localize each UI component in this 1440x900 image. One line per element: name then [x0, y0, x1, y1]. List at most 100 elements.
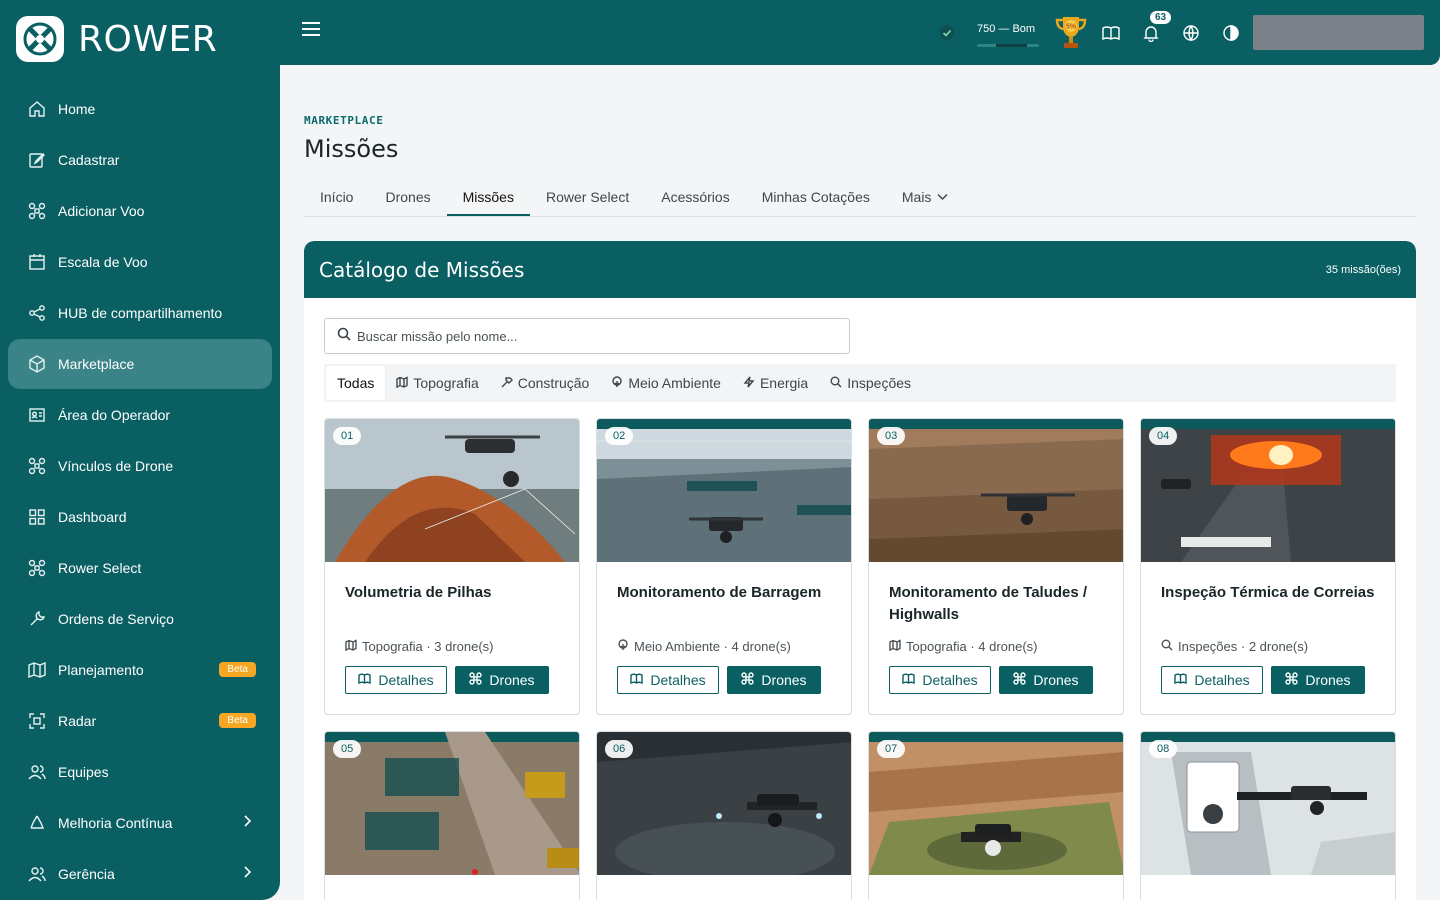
- sidebar-item-gerencia[interactable]: Gerência: [8, 849, 272, 899]
- brand-name: ROWER: [78, 18, 218, 60]
- category-filters: Todas Topografia Construção Meio Ambient…: [324, 364, 1396, 402]
- drone-icon: [28, 202, 46, 220]
- sidebar-item-radar[interactable]: Radar Beta: [8, 696, 272, 746]
- mission-card[interactable]: 07: [868, 731, 1124, 900]
- sidebar-item-marketplace[interactable]: Marketplace: [8, 339, 272, 389]
- filter-meio-ambiente[interactable]: Meio Ambiente: [600, 366, 732, 400]
- mission-image: 06: [597, 732, 851, 875]
- drone-icon: [741, 672, 761, 688]
- tree-icon: [617, 638, 634, 654]
- sidebar-item-melhoria-continua[interactable]: Melhoria Contínua: [8, 798, 272, 848]
- details-button[interactable]: Detalhes: [889, 666, 991, 694]
- sidebar-item-adicionar-voo[interactable]: Adicionar Voo: [8, 186, 272, 236]
- filter-topografia[interactable]: Topografia: [385, 366, 489, 400]
- box-icon: [28, 355, 46, 373]
- user-profile-box[interactable]: [1253, 15, 1424, 50]
- sidebar-item-label: Home: [58, 101, 96, 117]
- filter-label: Todas: [337, 375, 375, 391]
- sidebar-item-label: Vínculos de Drone: [58, 458, 174, 474]
- sidebar-item-hub[interactable]: HUB de compartilhamento: [8, 288, 272, 338]
- sidebar-item-label: Área do Operador: [58, 407, 171, 423]
- mission-number: 03: [877, 427, 906, 445]
- filter-inspecoes[interactable]: Inspeções: [819, 366, 922, 400]
- book-icon[interactable]: [1102, 24, 1120, 42]
- drone-icon: [469, 672, 489, 688]
- search-input[interactable]: [357, 328, 817, 344]
- recycle-icon: [28, 814, 46, 832]
- drone-icon: [28, 457, 46, 475]
- drones-button[interactable]: Drones: [999, 666, 1093, 694]
- beta-badge: Beta: [219, 713, 256, 728]
- trophy-icon[interactable]: 5%: [1051, 13, 1091, 53]
- brand[interactable]: ROWER: [0, 0, 280, 78]
- map-icon: [889, 638, 906, 654]
- sidebar-item-home[interactable]: Home: [8, 84, 272, 134]
- mission-meta-text: Topografia · 4 drone(s): [906, 638, 1038, 654]
- mission-number: 06: [605, 740, 634, 758]
- drones-button[interactable]: Drones: [455, 666, 549, 694]
- filter-label: Construção: [517, 375, 590, 391]
- mission-number: 02: [605, 427, 634, 445]
- breadcrumb: MARKETPLACE: [304, 114, 384, 127]
- tab-minhas-cotacoes[interactable]: Minhas Cotações: [746, 179, 886, 216]
- mission-image: 01: [325, 419, 579, 562]
- tab-inicio[interactable]: Início: [304, 179, 369, 216]
- tab-mais[interactable]: Mais: [886, 179, 965, 216]
- details-button[interactable]: Detalhes: [1161, 666, 1263, 694]
- scan-icon: [28, 712, 46, 730]
- search-box[interactable]: [324, 318, 850, 354]
- mission-number: 01: [333, 427, 362, 445]
- lightning-icon: [743, 375, 760, 391]
- tab-drones[interactable]: Drones: [369, 179, 446, 216]
- hamburger-menu-icon[interactable]: [302, 22, 320, 42]
- home-icon: [28, 100, 46, 118]
- tab-missoes[interactable]: Missões: [446, 179, 530, 216]
- catalog-header: Catálogo de Missões 35 missão(ões): [304, 241, 1416, 298]
- sidebar-item-area-do-operador[interactable]: Área do Operador: [8, 390, 272, 440]
- tab-mais-label: Mais: [901, 189, 932, 205]
- edit-icon: [28, 151, 46, 169]
- mission-card[interactable]: 08: [1140, 731, 1396, 900]
- drone-icon: [1285, 672, 1305, 688]
- sidebar-item-vinculos-de-drone[interactable]: Vínculos de Drone: [8, 441, 272, 491]
- mission-meta-text: Topografia · 3 drone(s): [362, 638, 494, 654]
- bell-icon[interactable]: [1142, 24, 1160, 43]
- sidebar-item-dashboard[interactable]: Dashboard: [8, 492, 272, 542]
- tab-rower-select[interactable]: Rower Select: [530, 179, 645, 216]
- filter-construcao[interactable]: Construção: [490, 366, 601, 400]
- drones-label: Drones: [1305, 672, 1351, 688]
- mission-card[interactable]: 04 Inspeção Térmica de Correias Inspeçõe…: [1140, 418, 1396, 715]
- mission-card[interactable]: 06: [596, 731, 852, 900]
- mission-image: 03: [869, 419, 1123, 562]
- sidebar-item-escala-de-voo[interactable]: Escala de Voo: [8, 237, 272, 287]
- wrench-icon: [28, 610, 46, 628]
- filter-todas[interactable]: Todas: [326, 366, 386, 400]
- mission-image: 07: [869, 732, 1123, 875]
- mission-card[interactable]: 02 Monitoramento de Barragem Meio Ambien…: [596, 418, 852, 715]
- drones-button[interactable]: Drones: [727, 666, 821, 694]
- sidebar-item-label: Gerência: [58, 866, 115, 882]
- theme-toggle-icon[interactable]: [1222, 24, 1240, 42]
- sidebar-item-rower-select[interactable]: Rower Select: [8, 543, 272, 593]
- details-button[interactable]: Detalhes: [345, 666, 447, 694]
- details-button[interactable]: Detalhes: [617, 666, 719, 694]
- mission-card[interactable]: 03 Monitoramento de Taludes / Highwalls …: [868, 418, 1124, 715]
- drones-button[interactable]: Drones: [1271, 666, 1365, 694]
- mission-meta: Topografia · 4 drone(s): [869, 636, 1123, 656]
- mission-card[interactable]: 01 Volumetria de Pilhas Topografia · 3 d…: [324, 418, 580, 715]
- sidebar-item-equipes[interactable]: Equipes: [8, 747, 272, 797]
- sidebar-item-cadastrar[interactable]: Cadastrar: [8, 135, 272, 185]
- globe-icon[interactable]: [1182, 24, 1200, 42]
- sidebar-item-label: Ordens de Serviço: [58, 611, 174, 627]
- share-icon: [28, 304, 46, 322]
- verified-shield-icon[interactable]: [938, 24, 956, 42]
- grid-icon: [28, 508, 46, 526]
- filter-energia[interactable]: Energia: [732, 366, 819, 400]
- mission-catalog: Catálogo de Missões 35 missão(ões) Todas…: [304, 241, 1416, 900]
- drone-icon: [1013, 672, 1033, 688]
- tab-acessorios[interactable]: Acessórios: [645, 179, 745, 216]
- mission-card[interactable]: 05: [324, 731, 580, 900]
- drones-label: Drones: [761, 672, 807, 688]
- sidebar-item-ordens-de-servico[interactable]: Ordens de Serviço: [8, 594, 272, 644]
- sidebar-item-planejamento[interactable]: Planejamento Beta: [8, 645, 272, 695]
